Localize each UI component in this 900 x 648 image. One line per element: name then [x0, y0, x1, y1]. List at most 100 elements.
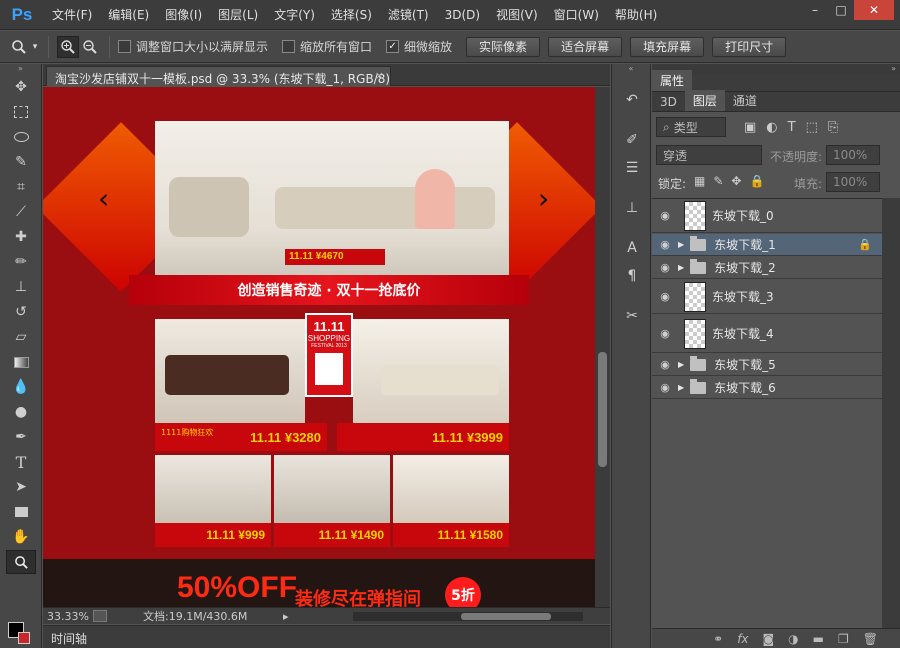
new-layer-icon[interactable]: ❐: [838, 632, 849, 646]
blend-mode-select[interactable]: 穿透: [656, 145, 762, 165]
vertical-scrollbar[interactable]: [595, 87, 610, 607]
maximize-button[interactable]: □: [828, 0, 854, 20]
zoom-tool-icon[interactable]: [8, 36, 30, 58]
expand-triangle-icon[interactable]: ▶: [678, 263, 684, 272]
marquee-tool-icon[interactable]: [6, 100, 36, 124]
tool-preset-dropdown-icon[interactable]: ▾: [30, 36, 40, 58]
tab-layers[interactable]: 图层: [684, 90, 725, 111]
layer-group-row[interactable]: ◉ ▶ 东坡下载_2: [652, 257, 882, 279]
brush-tool-icon[interactable]: ✏: [6, 250, 36, 274]
eraser-tool-icon[interactable]: ▱: [6, 325, 36, 349]
scrubby-zoom-checkbox[interactable]: ✓ 细微缩放: [386, 38, 452, 55]
dodge-tool-icon[interactable]: ●: [6, 400, 36, 424]
panel-collapse-icon[interactable]: »: [0, 64, 41, 74]
document-tab[interactable]: 淘宝沙发店铺双十一模板.psd @ 33.3% (东坡下载_1, RGB/8) …: [46, 66, 391, 86]
brush-panel-icon[interactable]: ✐: [618, 128, 646, 152]
adjustment-layer-icon[interactable]: ◑: [788, 632, 798, 646]
rectangle-tool-icon[interactable]: [6, 500, 36, 524]
panel-collapse-icon[interactable]: «: [612, 64, 650, 74]
layer-row[interactable]: ◉ 东坡下载_0: [652, 199, 882, 233]
menu-image[interactable]: 图像(I): [157, 6, 210, 23]
healing-brush-tool-icon[interactable]: ✚: [6, 225, 36, 249]
zoom-level[interactable]: 33.33%: [43, 610, 93, 623]
visibility-eye-icon[interactable]: ◉: [652, 358, 678, 371]
layers-scrollbar[interactable]: [882, 198, 900, 642]
visibility-eye-icon[interactable]: ◉: [652, 209, 678, 222]
timeline-panel[interactable]: 时间轴: [43, 625, 610, 648]
layer-group-row[interactable]: ◉ ▶ 东坡下载_6: [652, 377, 882, 399]
clone-source-panel-icon[interactable]: ⊥: [618, 196, 646, 220]
path-selection-tool-icon[interactable]: ➤: [6, 475, 36, 499]
add-mask-icon[interactable]: ◙: [763, 632, 775, 646]
history-brush-tool-icon[interactable]: ↺: [6, 300, 36, 324]
lock-pixels-icon[interactable]: ✎: [713, 174, 723, 188]
lock-all-icon[interactable]: 🔒: [749, 174, 764, 188]
close-button[interactable]: ✕: [854, 0, 894, 20]
tab-3d[interactable]: 3D: [652, 93, 685, 111]
menu-layer[interactable]: 图层(L): [210, 6, 266, 23]
adjustment-filter-icon[interactable]: ◐: [766, 120, 777, 135]
menu-3d[interactable]: 3D(D): [437, 8, 488, 22]
tab-channels[interactable]: 通道: [725, 90, 765, 111]
shape-filter-icon[interactable]: ⬚: [806, 120, 818, 135]
visibility-eye-icon[interactable]: ◉: [652, 290, 678, 303]
menu-edit[interactable]: 编辑(E): [100, 6, 157, 23]
zoom-out-icon[interactable]: [79, 36, 101, 58]
actual-pixels-button[interactable]: 实际像素: [466, 36, 541, 57]
smart-object-filter-icon[interactable]: ⎘: [828, 120, 838, 135]
type-filter-icon[interactable]: T: [788, 120, 796, 135]
paragraph-panel-icon[interactable]: ¶: [618, 264, 646, 288]
gradient-tool-icon[interactable]: [6, 350, 36, 374]
zoom-in-icon[interactable]: [57, 35, 79, 58]
horizontal-scrollbar[interactable]: [353, 612, 583, 621]
canvas-area[interactable]: ‹ › 11.11 ¥4670 创造销售奇迹 · 双十一抢底价 11.11 ¥3…: [43, 87, 595, 607]
menu-filter[interactable]: 滤镜(T): [380, 6, 437, 23]
hand-tool-icon[interactable]: ✋: [6, 525, 36, 549]
move-tool-icon[interactable]: ✥: [6, 75, 36, 99]
character-panel-icon[interactable]: A: [618, 236, 646, 260]
link-layers-icon[interactable]: ⚭: [713, 632, 723, 646]
layer-group-row[interactable]: ◉ ▶ 东坡下载_5: [652, 354, 882, 376]
expand-triangle-icon[interactable]: ▶: [678, 360, 684, 369]
scrollbar-thumb[interactable]: [598, 352, 607, 467]
pen-tool-icon[interactable]: ✒: [6, 425, 36, 449]
menu-window[interactable]: 窗口(W): [546, 6, 607, 23]
tool-presets-panel-icon[interactable]: ✂: [618, 304, 646, 328]
eyedropper-tool-icon[interactable]: ⟋: [6, 200, 36, 224]
tab-properties[interactable]: 属性: [652, 70, 693, 91]
visibility-eye-icon[interactable]: ◉: [652, 327, 678, 340]
menu-type[interactable]: 文字(Y): [266, 6, 323, 23]
new-group-icon[interactable]: ▬: [813, 632, 824, 646]
print-size-button[interactable]: 打印尺寸: [712, 36, 787, 57]
layer-row[interactable]: ◉ 东坡下载_4: [652, 315, 882, 353]
crop-tool-icon[interactable]: ⌗: [6, 175, 36, 199]
lock-position-icon[interactable]: ✥: [731, 174, 741, 188]
blur-tool-icon[interactable]: 💧: [6, 375, 36, 399]
history-panel-icon[interactable]: ↶: [618, 88, 646, 112]
menu-view[interactable]: 视图(V): [488, 6, 546, 23]
clone-stamp-tool-icon[interactable]: ⊥: [6, 275, 36, 299]
type-tool-icon[interactable]: T: [6, 450, 36, 474]
zoom-tool-icon[interactable]: [6, 550, 36, 574]
expand-triangle-icon[interactable]: ▶: [678, 240, 684, 249]
background-color-swatch[interactable]: [18, 632, 30, 644]
delete-layer-icon[interactable]: 🗑: [863, 632, 878, 646]
menu-help[interactable]: 帮助(H): [607, 6, 665, 23]
layer-row[interactable]: ◉ 东坡下载_3: [652, 280, 882, 314]
close-tab-icon[interactable]: ×: [375, 69, 384, 82]
layer-group-row[interactable]: ◉ ▶ 东坡下载_1 🔒: [652, 234, 882, 256]
visibility-eye-icon[interactable]: ◉: [652, 261, 678, 274]
resize-windows-checkbox[interactable]: 调整窗口大小以满屏显示: [118, 38, 268, 55]
checkbox-box[interactable]: [118, 40, 131, 53]
quick-selection-tool-icon[interactable]: ✎: [6, 150, 36, 174]
pixel-filter-icon[interactable]: ▣: [744, 120, 756, 135]
menu-select[interactable]: 选择(S): [323, 6, 380, 23]
expand-triangle-icon[interactable]: ▶: [678, 383, 684, 392]
lock-transparent-icon[interactable]: ▦: [694, 174, 705, 188]
fill-screen-button[interactable]: 填充屏幕: [630, 36, 705, 57]
fit-screen-button[interactable]: 适合屏幕: [548, 36, 623, 57]
lasso-tool-icon[interactable]: [6, 125, 36, 149]
checkbox-box[interactable]: [282, 40, 296, 53]
status-icon[interactable]: [93, 610, 107, 622]
visibility-eye-icon[interactable]: ◉: [652, 238, 678, 251]
